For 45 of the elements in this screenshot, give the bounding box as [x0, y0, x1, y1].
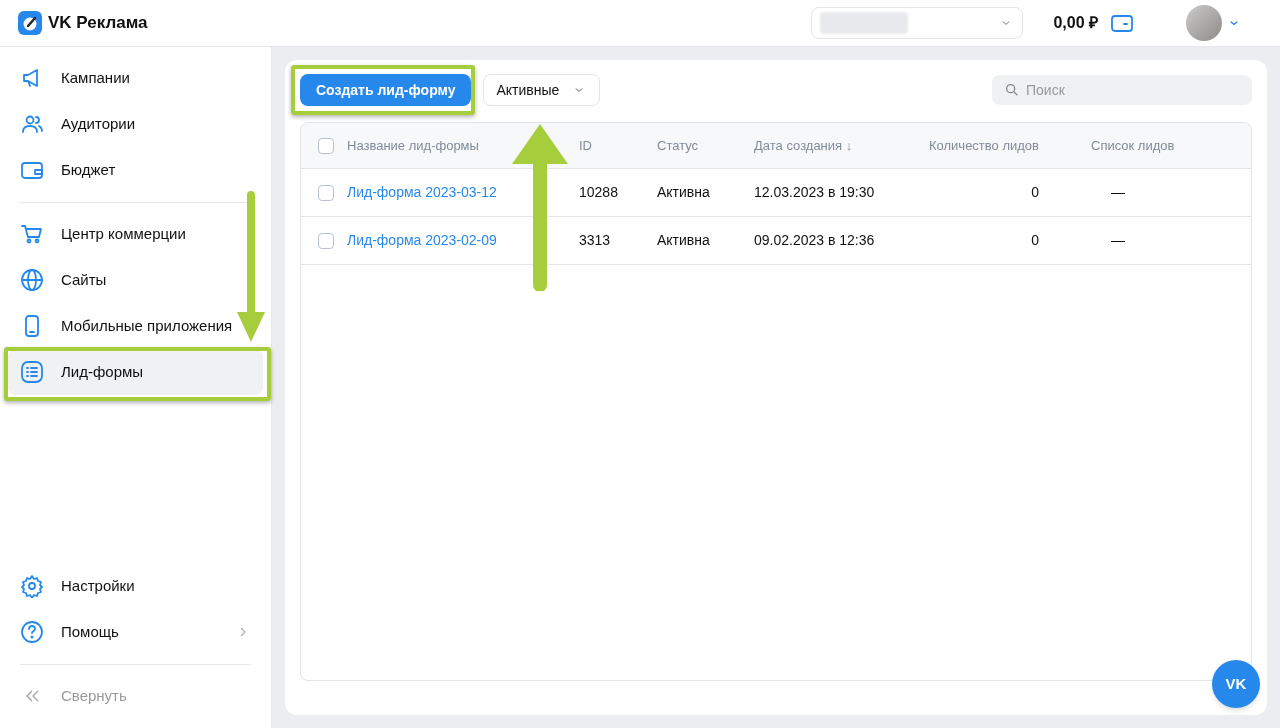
checkbox[interactable] — [318, 232, 334, 249]
table-cell-text: 0 — [1031, 231, 1039, 250]
balance-amount: 0,00 ₽ — [1053, 13, 1098, 33]
help-icon — [20, 620, 44, 644]
lead-form-link[interactable]: Лид-форма 2023-02-09 — [347, 230, 497, 251]
sidebar-item[interactable]: Бюджет — [8, 147, 263, 193]
sidebar-item[interactable]: Сайты — [8, 257, 263, 303]
lead-form-link[interactable]: Лид-форма 2023-03-12 — [347, 182, 497, 203]
table-cell-text: 09.02.2023 в 12:36 — [754, 231, 876, 250]
status-filter[interactable]: Активные — [483, 74, 601, 106]
table-cell-text: — — [1111, 231, 1125, 250]
sidebar-item[interactable]: Аудитории — [8, 101, 263, 147]
search-icon — [1004, 82, 1020, 98]
table-cell-text: — — [1111, 183, 1125, 202]
sidebar-item[interactable]: Мобильные приложения — [8, 303, 263, 349]
column-header[interactable]: Название лид-формы — [347, 135, 579, 156]
table-cell-text: 10288 — [579, 183, 619, 202]
create-button[interactable]: Создать лид-форму — [300, 74, 472, 106]
logo-icon — [18, 11, 42, 35]
sidebar-item[interactable]: Лид-формы — [8, 349, 263, 395]
table-cell-text: 12.03.2023 в 19:30 — [754, 183, 876, 202]
account-select[interactable] — [811, 7, 1024, 39]
checkbox[interactable] — [318, 137, 334, 154]
sidebar-item[interactable]: Центр коммерции — [8, 211, 263, 257]
table-cell-text: 0 — [1031, 183, 1039, 202]
globe-icon — [20, 268, 44, 292]
table-cell-text: Активна — [657, 231, 711, 250]
search-field[interactable]: Поиск — [992, 75, 1252, 105]
column-header[interactable]: Дата создания ↓ — [754, 135, 921, 156]
table-cell-text: 3313 — [579, 231, 612, 250]
avatar[interactable] — [1186, 5, 1222, 41]
column-header[interactable]: Количество лидов — [921, 135, 1039, 156]
app-title: VK Реклама — [48, 12, 148, 35]
column-header[interactable]: Статус — [657, 135, 754, 156]
settings-icon — [20, 574, 44, 598]
list-icon — [20, 360, 44, 384]
checkbox[interactable] — [318, 184, 334, 201]
column-header[interactable]: Список лидов — [1039, 135, 1177, 156]
collapse-button[interactable]: Свернуть — [8, 673, 263, 719]
column-header[interactable]: ID — [579, 135, 657, 156]
sidebar-item[interactable]: Помощь — [8, 609, 263, 655]
table-cell-text: Активна — [657, 183, 711, 202]
sidebar-item[interactable]: Кампании — [8, 55, 263, 101]
sidebar-item[interactable]: Настройки — [8, 563, 263, 609]
cart-icon — [20, 222, 44, 246]
